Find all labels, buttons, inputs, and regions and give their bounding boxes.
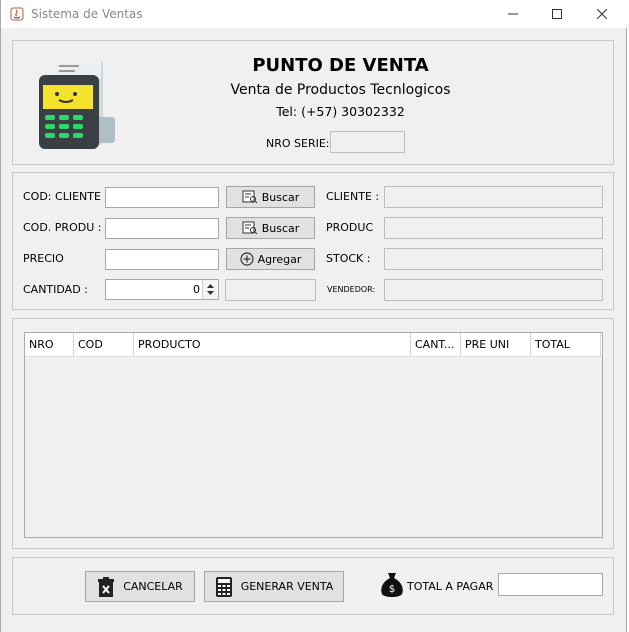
minimize-icon (508, 13, 518, 15)
add-circle-icon (239, 252, 254, 266)
phone-text: Tel: (+57) 30302332 (276, 104, 405, 119)
buscar-cliente-button[interactable]: Buscar (226, 186, 315, 208)
money-bag-icon: $ (379, 571, 405, 602)
vendedor-field[interactable] (384, 279, 603, 301)
cantidad-stepper[interactable]: 0 (105, 279, 219, 300)
total-pagar-field[interactable] (498, 573, 603, 596)
buscar-producto-label: Buscar (261, 221, 300, 235)
window-title: Sistema de Ventas (31, 7, 143, 21)
generar-venta-button[interactable]: GENERAR VENTA (204, 571, 344, 602)
cantidad-value: 0 (193, 283, 200, 296)
trash-icon (98, 576, 115, 597)
generar-venta-label: GENERAR VENTA (240, 580, 334, 593)
column-header-nro[interactable]: NRO (25, 333, 74, 356)
vendedor-label: VENDEDOR: (327, 285, 376, 294)
column-header-cantidad[interactable]: CANT... (411, 333, 461, 356)
calculator-icon (215, 576, 232, 597)
total-pagar-label: TOTAL A PAGAR : (407, 580, 501, 593)
serie-label: NRO SERIE: (266, 137, 330, 150)
table-header: NRO COD PRODUCTO CANT... PRE UNI TOTAL (25, 333, 602, 357)
maximize-button[interactable] (534, 0, 580, 28)
column-header-producto[interactable]: PRODUCTO (134, 333, 411, 356)
close-button[interactable] (579, 0, 625, 28)
produc-label: PRODUC (326, 221, 374, 234)
stock-label: STOCK : (326, 252, 371, 265)
cantidad-label: CANTIDAD : (23, 283, 88, 296)
cod-produ-input[interactable] (105, 218, 219, 239)
search-list-icon (242, 221, 258, 235)
agregar-label: Agregar (257, 252, 302, 266)
page-title: PUNTO DE VENTA (252, 55, 429, 76)
stepper-arrows[interactable] (202, 280, 218, 299)
cancelar-label: CANCELAR (123, 580, 183, 593)
buscar-cliente-label: Buscar (261, 190, 300, 204)
cod-cliente-input[interactable] (105, 187, 219, 208)
cantidad-aux-field[interactable] (225, 279, 316, 301)
cancelar-button[interactable]: CANCELAR (85, 571, 195, 602)
cliente-field[interactable] (384, 186, 603, 208)
precio-input[interactable] (105, 249, 219, 270)
producto-field[interactable] (384, 217, 603, 239)
column-header-cod[interactable]: COD (74, 333, 134, 356)
app-window: Sistema de Ventas PUNTO DE VENTA Venta d… (0, 0, 628, 632)
java-app-icon (9, 6, 25, 22)
search-list-icon (242, 190, 258, 204)
serie-field[interactable] (330, 131, 405, 153)
svg-text:$: $ (389, 584, 395, 595)
pos-terminal-icon (37, 57, 119, 156)
buscar-producto-button[interactable]: Buscar (226, 217, 315, 239)
sales-table[interactable]: NRO COD PRODUCTO CANT... PRE UNI TOTAL (24, 332, 603, 538)
agregar-button[interactable]: Agregar (226, 248, 315, 270)
close-icon (597, 9, 607, 19)
cod-produ-label: COD. PRODU : (23, 221, 102, 234)
stepper-arrows-icon (207, 284, 214, 295)
minimize-button[interactable] (490, 0, 536, 28)
column-header-pre-uni[interactable]: PRE UNI (461, 333, 531, 356)
header-panel: PUNTO DE VENTA Venta de Productos Tecnlo… (12, 40, 614, 165)
stock-field[interactable] (384, 248, 603, 270)
precio-label: PRECIO (23, 252, 64, 265)
maximize-icon (552, 9, 562, 19)
title-bar: Sistema de Ventas (1, 0, 628, 28)
page-subtitle: Venta de Productos Tecnlogicos (230, 82, 451, 98)
cod-cliente-label: COD: CLIENTE : (23, 190, 109, 203)
cliente-label: CLIENTE : (326, 190, 380, 203)
column-header-total[interactable]: TOTAL (531, 333, 601, 356)
